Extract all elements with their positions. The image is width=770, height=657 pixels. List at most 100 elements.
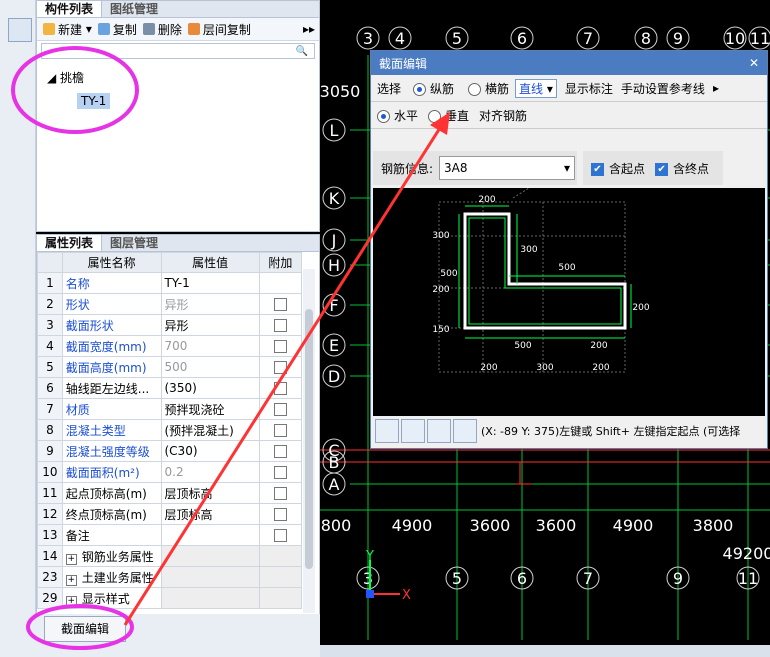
table-row[interactable]: 3 截面形状 异形 xyxy=(37,314,303,336)
axis-label: F xyxy=(329,296,338,315)
perpendicular-icon[interactable] xyxy=(427,419,451,443)
manual-ref-button[interactable]: 手动设置参考线 xyxy=(621,80,705,97)
dim-label: 150 xyxy=(432,325,449,335)
dim-label: 200 xyxy=(592,363,609,373)
section-edit-dialog: 截面编辑 ✕ 选择 纵筋 横筋 直线 ▾ 显示标注 手动设置参考线 ▸ 水平 垂… xyxy=(370,50,768,449)
chevron-down-icon: ▾ xyxy=(564,161,571,175)
dialog-toolbar-1: 选择 纵筋 横筋 直线 ▾ 显示标注 手动设置参考线 ▸ xyxy=(371,75,767,102)
radio-horizontal[interactable]: 水平 xyxy=(377,107,418,124)
tab-drawing-manage[interactable]: 图纸管理 xyxy=(102,1,166,17)
extra-checkbox[interactable] xyxy=(273,466,287,479)
point-options-panel: ✔ 含起点 ✔ 含终点 xyxy=(583,151,723,185)
extra-checkbox[interactable] xyxy=(273,298,287,311)
delete-icon xyxy=(142,23,155,35)
table-row[interactable]: 1 名称 TY-1 xyxy=(37,272,303,294)
expand-icon[interactable]: + xyxy=(65,574,77,586)
extra-checkbox[interactable] xyxy=(273,319,287,332)
section-drawing-canvas[interactable]: 200 300 500 300 500 200 200 150 500 200 … xyxy=(373,187,765,416)
extra-checkbox[interactable] xyxy=(273,529,287,542)
table-row[interactable]: 9 混凝土强度等级 (C30) xyxy=(37,440,303,462)
extra-checkbox[interactable] xyxy=(273,340,287,353)
table-row[interactable]: 23 + 土建业务属性 xyxy=(37,566,303,588)
snap-icon[interactable] xyxy=(401,419,425,443)
axis-label: 7 xyxy=(583,29,593,48)
svg-text:X: X xyxy=(402,588,411,603)
delete-button[interactable]: 删除 xyxy=(142,21,182,38)
dim-label: 300 xyxy=(520,245,537,255)
check-icon: ✔ xyxy=(591,162,604,176)
table-row[interactable]: 13 备注 xyxy=(37,524,303,546)
rebar-info-combo[interactable]: 3A8 ▾ xyxy=(439,156,576,180)
table-row[interactable]: 2 形状 异形 xyxy=(37,293,303,315)
axis-label: 9 xyxy=(673,569,683,588)
rebar-info-panel: 钢筋信息: 3A8 ▾ xyxy=(373,151,577,185)
radio-longitudinal[interactable]: 纵筋 xyxy=(413,80,454,97)
axis-label: 10 xyxy=(725,29,745,48)
tree-group-tiaoyan[interactable]: ◢ 挑檐 xyxy=(47,69,84,86)
axis-label: 4 xyxy=(395,29,405,48)
expand-icon[interactable]: + xyxy=(65,553,77,565)
more-arrow-icon[interactable]: ▸ xyxy=(713,81,719,95)
rebar-info-label: 钢筋信息: xyxy=(381,161,434,176)
axis-label: D xyxy=(328,367,340,386)
tree-item-ty1[interactable]: TY-1 xyxy=(77,93,111,109)
dialog-statusbar: (X: -89 Y: 375)左键或 Shift+ 左键指定起点 (可选择 xyxy=(373,417,765,445)
floor-copy-button[interactable]: 层间复制 xyxy=(187,21,251,38)
property-scrollbar[interactable] xyxy=(303,269,315,613)
extra-checkbox[interactable] xyxy=(273,382,287,395)
dim-label: 300 xyxy=(432,231,449,241)
include-end-checkbox[interactable]: ✔ 含终点 xyxy=(655,160,709,177)
component-tree: ◢ 挑檐 TY-1 xyxy=(37,61,319,221)
table-row[interactable]: 7 材质 预拌现浇砼 xyxy=(37,398,303,420)
table-row[interactable]: 11 起点顶标高(m) 层顶标高 xyxy=(37,482,303,504)
table-row[interactable]: 8 混凝土类型 (预拌混凝土) xyxy=(37,419,303,441)
extra-checkbox[interactable] xyxy=(273,361,287,374)
radio-vertical[interactable]: 垂直 xyxy=(428,107,469,124)
dimension-label: 800 xyxy=(321,516,352,535)
tab-component-list[interactable]: 构件列表 xyxy=(37,1,103,17)
ortho-icon[interactable] xyxy=(375,419,399,443)
new-button[interactable]: 新建 ▾ xyxy=(43,21,92,38)
floor-copy-icon xyxy=(187,23,200,35)
draw-icon[interactable] xyxy=(8,18,32,42)
extra-checkbox[interactable] xyxy=(273,487,287,500)
section-edit-button[interactable]: 截面编辑 xyxy=(44,616,126,642)
align-rebar-button[interactable]: 对齐钢筋 xyxy=(479,107,527,124)
dimension-label: 3800 xyxy=(693,516,734,535)
check-icon: ✔ xyxy=(655,162,669,176)
axis-label: 6 xyxy=(517,569,527,588)
copy-button[interactable]: 复制 xyxy=(97,21,137,38)
include-start-checkbox[interactable]: ✔ 含起点 xyxy=(591,160,645,177)
tab-property-list[interactable]: 属性列表 xyxy=(37,235,103,251)
search-input[interactable]: 🔍 xyxy=(41,43,315,59)
add-point-icon[interactable] xyxy=(453,419,477,443)
table-row[interactable]: 10 截面面积(m²) 0.2 xyxy=(37,461,303,483)
axis-label: 3 xyxy=(363,569,373,588)
dim-label: 200 xyxy=(478,195,495,205)
extra-checkbox[interactable] xyxy=(273,508,287,521)
more-icon[interactable]: ▸▸ xyxy=(303,22,315,36)
show-label-button[interactable]: 显示标注 xyxy=(565,80,613,97)
dimension-label: 4900 xyxy=(613,516,654,535)
select-button[interactable]: 选择 xyxy=(377,80,401,97)
table-row[interactable]: 29 + 显示样式 xyxy=(37,587,303,609)
dim-label: 200 xyxy=(480,363,497,373)
axis-label: K xyxy=(329,189,340,208)
table-row[interactable]: 14 + 钢筋业务属性 xyxy=(37,545,303,567)
extra-checkbox[interactable] xyxy=(273,424,287,437)
axis-label: 6 xyxy=(517,29,527,48)
line-type-select[interactable]: 直线 ▾ xyxy=(515,78,557,98)
status-bar xyxy=(320,645,770,657)
dim-label: 200 xyxy=(432,285,449,295)
expand-icon[interactable]: + xyxy=(65,595,77,607)
axis-label: L xyxy=(330,121,339,140)
close-icon[interactable]: ✕ xyxy=(749,56,759,70)
extra-checkbox[interactable] xyxy=(273,445,287,458)
table-row[interactable]: 5 截面高度(mm) 500 xyxy=(37,356,303,378)
table-row[interactable]: 4 截面宽度(mm) 700 xyxy=(37,335,303,357)
table-row[interactable]: 12 终点顶标高(m) 层顶标高 xyxy=(37,503,303,525)
extra-checkbox[interactable] xyxy=(273,403,287,416)
table-row[interactable]: 6 轴线距左边线... (350) xyxy=(37,377,303,399)
tab-layer-manage[interactable]: 图层管理 xyxy=(102,235,166,251)
radio-transverse[interactable]: 横筋 xyxy=(468,80,509,97)
